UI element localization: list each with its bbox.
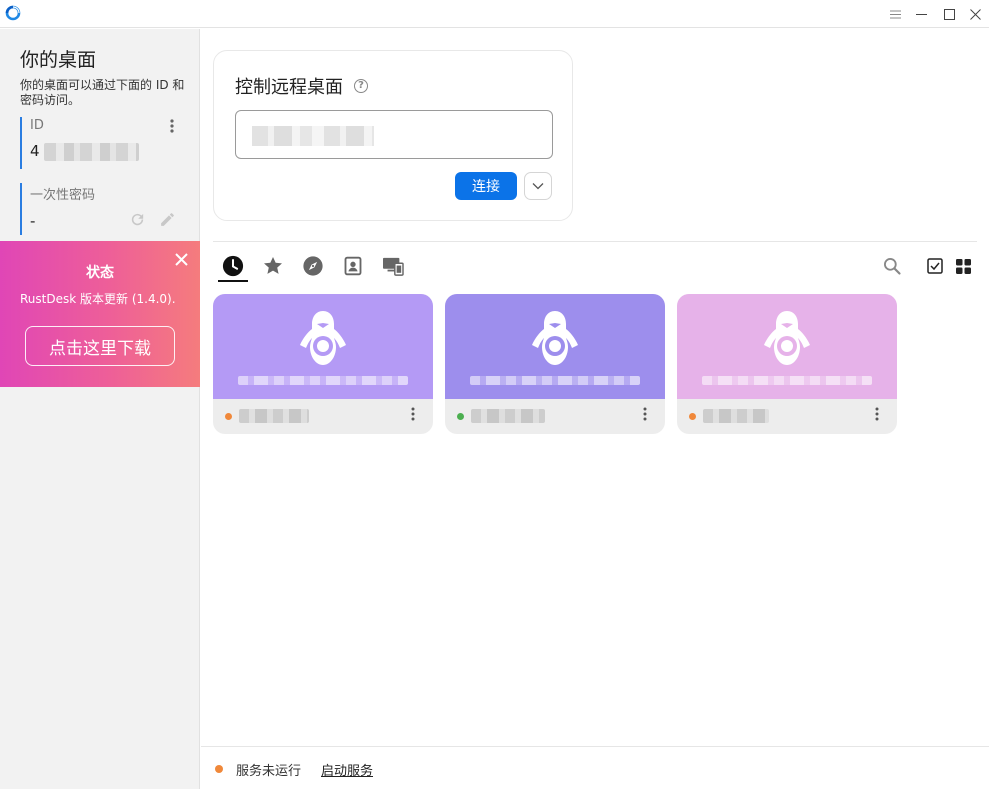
grid-view-button[interactable] bbox=[952, 255, 974, 277]
id-field: ID 4 bbox=[20, 117, 190, 169]
remote-control-title: 控制远程桌面 bbox=[235, 77, 343, 98]
password-label: 一次性密码 bbox=[30, 188, 96, 203]
peer-id-redacted bbox=[703, 409, 769, 423]
id-value-text: 4 bbox=[30, 142, 40, 160]
peer-hostname-redacted bbox=[238, 376, 408, 385]
minimize-icon[interactable] bbox=[910, 3, 932, 25]
peer-more-options-icon[interactable] bbox=[411, 407, 415, 425]
select-peers-button[interactable] bbox=[924, 255, 946, 277]
peer-card-header bbox=[445, 294, 665, 399]
edit-password-icon[interactable] bbox=[158, 211, 176, 229]
rustdesk-logo-icon bbox=[5, 5, 21, 21]
id-redacted bbox=[44, 142, 140, 161]
linux-penguin-icon bbox=[764, 311, 810, 365]
section-divider bbox=[213, 241, 977, 242]
peer-status-dot bbox=[457, 413, 464, 420]
password-field: 一次性密码 - bbox=[20, 183, 190, 235]
peer-more-options-icon[interactable] bbox=[875, 407, 879, 425]
your-desktop-title: 你的桌面 bbox=[20, 49, 97, 71]
status-bar: 服务未运行 启动服务 bbox=[201, 746, 989, 789]
remote-id-redacted bbox=[252, 126, 374, 146]
peer-card-footer bbox=[213, 399, 433, 434]
id-value[interactable]: 4 bbox=[30, 142, 190, 161]
close-icon[interactable] bbox=[964, 3, 986, 25]
tab-discovered[interactable] bbox=[301, 254, 325, 278]
connect-options-button[interactable] bbox=[524, 172, 552, 200]
tab-favorites[interactable] bbox=[261, 254, 285, 278]
banner-message: RustDesk 版本更新 (1.4.0). bbox=[20, 292, 176, 306]
tab-recent[interactable] bbox=[221, 254, 245, 278]
service-status-dot bbox=[215, 765, 223, 773]
remote-control-card: 控制远程桌面 ? 连接 bbox=[213, 50, 573, 221]
refresh-password-icon[interactable] bbox=[128, 211, 146, 229]
your-desktop-description: 你的桌面可以通过下面的 ID 和密码访问。 bbox=[20, 78, 185, 107]
peer-more-options-icon[interactable] bbox=[643, 407, 647, 425]
start-service-link[interactable]: 启动服务 bbox=[321, 760, 373, 779]
recent-clock-icon bbox=[222, 255, 244, 277]
banner-title: 状态 bbox=[86, 265, 114, 281]
search-icon bbox=[884, 258, 901, 275]
favorites-star-icon bbox=[264, 257, 282, 274]
checkbox-icon bbox=[927, 258, 943, 274]
search-peers-button[interactable] bbox=[881, 255, 903, 277]
peer-hostname-redacted bbox=[702, 376, 872, 385]
peer-card-footer bbox=[445, 399, 665, 434]
peer-status-dot bbox=[225, 413, 232, 420]
download-update-button[interactable]: 点击这里下载 bbox=[25, 326, 175, 366]
grid-view-icon bbox=[955, 258, 971, 274]
peer-card-header bbox=[677, 294, 897, 399]
service-status-text: 服务未运行 bbox=[236, 764, 302, 779]
title-bar bbox=[0, 0, 989, 28]
peer-card[interactable] bbox=[213, 294, 433, 434]
tab-group[interactable] bbox=[381, 254, 405, 278]
tab-address-book[interactable] bbox=[341, 254, 365, 278]
peer-hostname-redacted bbox=[470, 376, 640, 385]
linux-penguin-icon bbox=[532, 311, 578, 365]
menu-icon[interactable] bbox=[884, 3, 906, 25]
sidebar: 你的桌面 你的桌面可以通过下面的 ID 和密码访问。 ID 4 一次性密码 - bbox=[0, 29, 200, 789]
peer-card-footer bbox=[677, 399, 897, 434]
id-more-options-icon[interactable] bbox=[164, 119, 180, 135]
peer-id-redacted bbox=[239, 409, 309, 423]
help-icon[interactable]: ? bbox=[354, 79, 368, 93]
address-book-icon bbox=[344, 256, 362, 276]
update-banner: 状态 RustDesk 版本更新 (1.4.0). 点击这里下载 bbox=[0, 241, 200, 387]
group-devices-icon bbox=[383, 257, 404, 276]
maximize-icon[interactable] bbox=[938, 3, 960, 25]
peer-card-header bbox=[213, 294, 433, 399]
connect-button[interactable]: 连接 bbox=[455, 172, 517, 200]
discovered-compass-icon bbox=[303, 256, 323, 276]
peer-card[interactable] bbox=[677, 294, 897, 434]
linux-penguin-icon bbox=[300, 311, 346, 365]
peer-card[interactable] bbox=[445, 294, 665, 434]
peer-status-dot bbox=[689, 413, 696, 420]
remote-id-input[interactable] bbox=[235, 110, 553, 159]
active-tab-indicator bbox=[218, 280, 248, 282]
peer-id-redacted bbox=[471, 409, 545, 423]
chevron-down-icon bbox=[532, 183, 544, 190]
